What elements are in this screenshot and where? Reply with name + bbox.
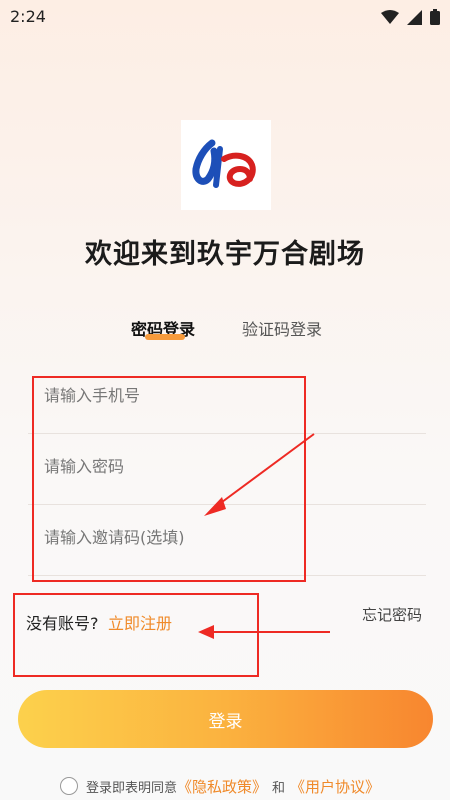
tab-indicator [145,334,185,340]
agreement-row: 登录即表明同意 《隐私政策》 和 《用户协议》 [60,774,380,798]
no-account-label: 没有账号? [26,614,99,633]
agreement-prefix: 登录即表明同意 [86,780,178,796]
annotation-box-register [13,593,259,677]
app-logo [181,120,271,210]
privacy-policy-link[interactable]: 《隐私政策》 [177,776,267,797]
login-tabs: 密码登录 验证码登录 [0,316,450,346]
user-agreement-link[interactable]: 《用户协议》 [290,776,380,797]
status-time: 2:24 [10,7,46,26]
battery-icon [430,9,440,25]
status-icons [381,9,440,25]
annotation-box-fields [32,376,306,582]
welcome-title: 欢迎来到玖宇万合剧场 [85,239,365,270]
forgot-password-link[interactable]: 忘记密码 [362,604,422,625]
tab-sms-login[interactable]: 验证码登录 [242,316,322,340]
wifi-icon [381,10,399,24]
agreement-and: 和 [272,780,286,796]
app-logo-icon [192,139,256,188]
status-bar: 2:24 [0,0,450,34]
login-button[interactable]: 登录 [18,690,433,748]
signal-icon [407,9,422,25]
agreement-checkbox[interactable] [60,777,78,795]
register-link[interactable]: 立即注册 [108,610,172,634]
